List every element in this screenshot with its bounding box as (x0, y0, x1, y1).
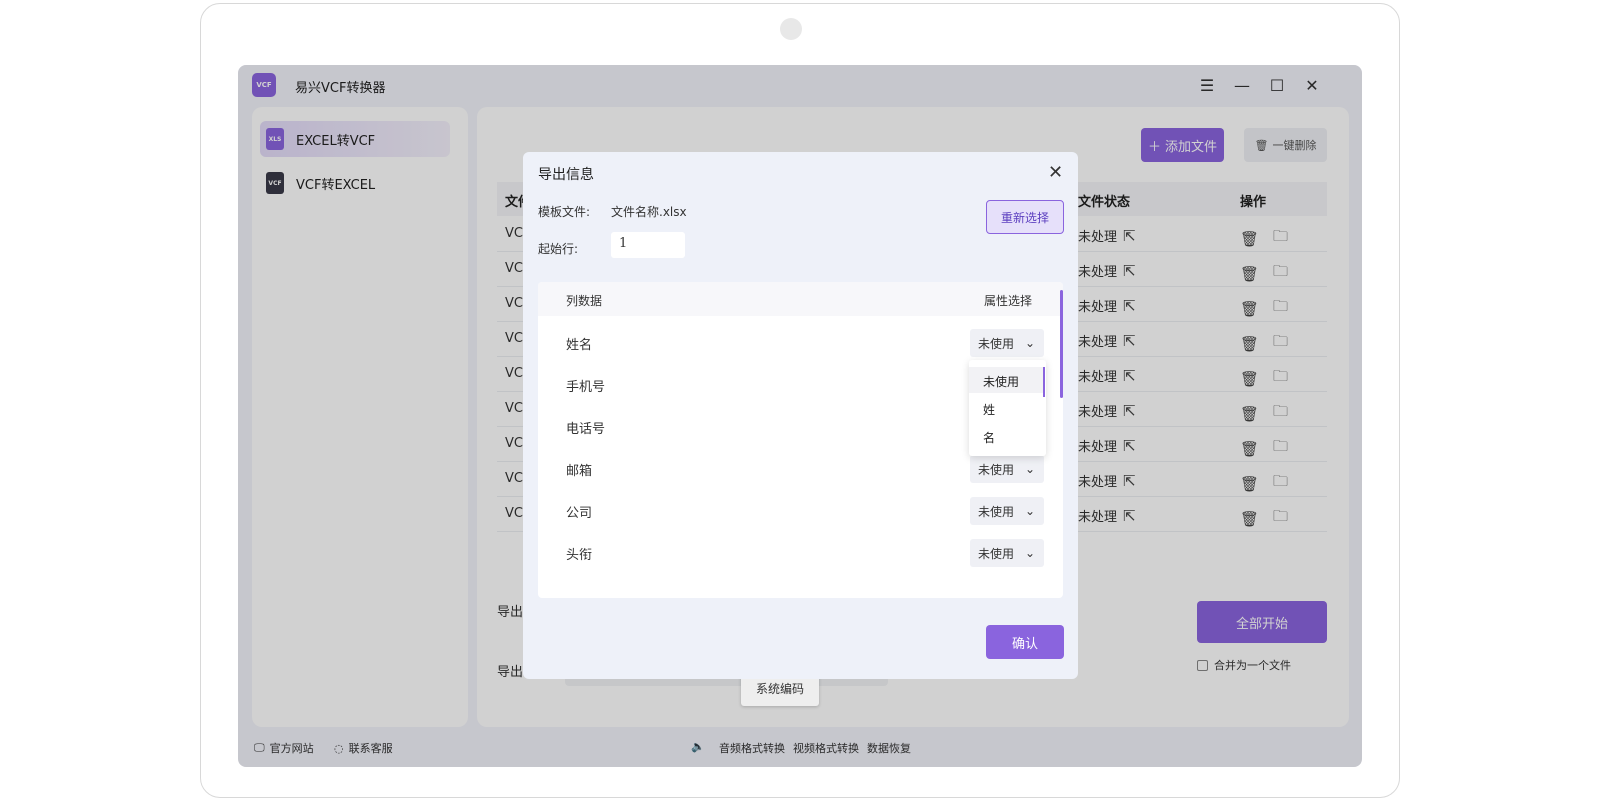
dialog-title: 导出信息 (538, 167, 594, 183)
chevron-down-icon: ⌄ (1024, 504, 1035, 518)
column-name: 手机号 (566, 380, 606, 395)
attr-header: 属性选择 (984, 294, 1033, 308)
dropdown-scrollbar[interactable] (1043, 367, 1045, 397)
attribute-select[interactable]: 未使用 ⌄ (970, 539, 1044, 567)
column-name: 公司 (566, 506, 593, 521)
camera-dot (780, 18, 802, 40)
attribute-select-value: 未使用 (978, 504, 1015, 519)
attribute-select[interactable]: 未使用 ⌄ (970, 455, 1044, 483)
dropdown-option[interactable]: 姓 (969, 395, 1043, 421)
mapping-row: 公司 未使用 ⌄ (538, 490, 1058, 532)
list-header: 列数据 属性选择 (538, 282, 1063, 316)
chevron-down-icon: ⌄ (1024, 546, 1035, 560)
mapping-row: 姓名 未使用 ⌄ (538, 322, 1058, 364)
template-label: 模板文件: (538, 205, 591, 219)
start-row-label: 起始行: (538, 242, 579, 256)
chevron-down-icon: ⌄ (1024, 462, 1035, 476)
dropdown-option[interactable]: 未使用 (969, 367, 1043, 393)
close-icon[interactable]: ✕ (1048, 162, 1063, 183)
chevron-down-icon: ⌄ (1024, 336, 1035, 350)
column-name: 电话号 (566, 422, 606, 437)
attribute-select[interactable]: 未使用 ⌄ (970, 497, 1044, 525)
attribute-select-value: 未使用 (978, 462, 1015, 477)
confirm-button[interactable]: 确认 (986, 625, 1064, 659)
scrollbar[interactable] (1060, 290, 1063, 398)
attribute-select-value: 未使用 (978, 546, 1015, 561)
column-name: 邮箱 (566, 464, 593, 479)
attribute-select[interactable]: 未使用 ⌄ (970, 329, 1044, 357)
attribute-dropdown-menu: 未使用 姓 名 (969, 360, 1046, 456)
mapping-row: 头衔 未使用 ⌄ (538, 532, 1058, 574)
column-name: 姓名 (566, 338, 593, 353)
column-name: 头衔 (566, 548, 593, 563)
dropdown-option[interactable]: 名 (969, 423, 1043, 449)
template-value: 文件名称.xlsx (611, 205, 687, 219)
start-row-input[interactable]: 1 (611, 232, 685, 258)
attribute-select-value: 未使用 (978, 336, 1015, 351)
reselect-button[interactable]: 重新选择 (986, 200, 1064, 234)
col-header: 列数据 (566, 294, 603, 308)
